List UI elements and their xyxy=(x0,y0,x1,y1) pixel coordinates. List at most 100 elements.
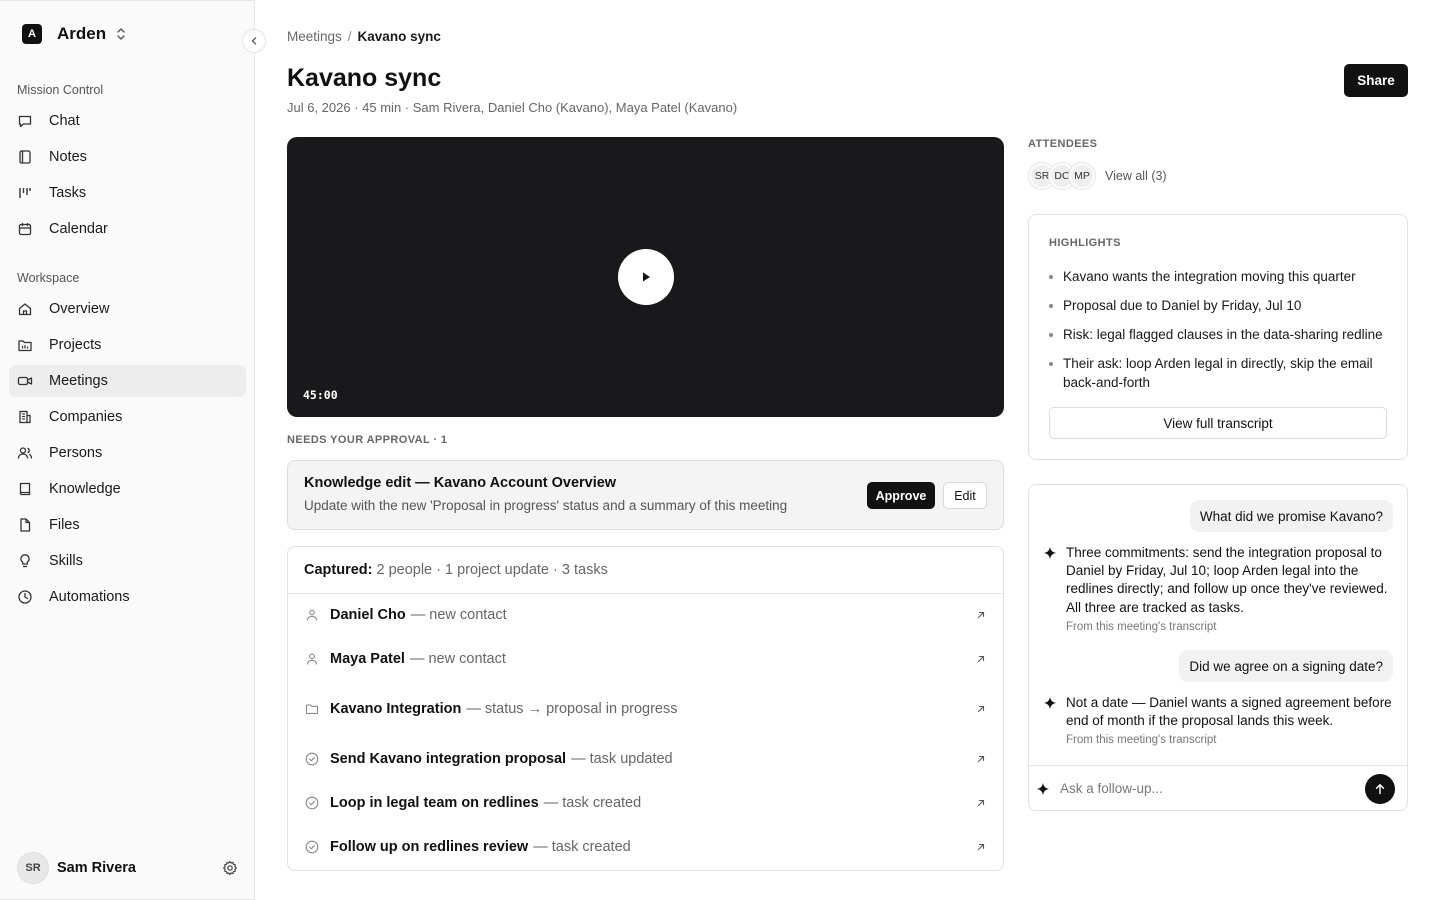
captured-item-desc: — status → proposal in progress xyxy=(466,701,678,717)
user-message: Did we agree on a signing date? xyxy=(1179,650,1393,682)
arrow-up-right-icon[interactable] xyxy=(975,841,987,853)
section-label-workspace: Workspace xyxy=(17,271,80,285)
sparkle-icon xyxy=(1043,546,1057,560)
arrow-up-right-icon[interactable] xyxy=(975,609,987,621)
list-item[interactable]: Loop in legal team on redlines — task cr… xyxy=(288,788,1003,818)
sparkle-icon xyxy=(1036,782,1050,796)
attendees-label: ATTENDEES xyxy=(1028,138,1098,150)
sidebar-item-overview[interactable]: Overview xyxy=(9,293,246,325)
list-item[interactable]: Send Kavano integration proposal — task … xyxy=(288,744,1003,774)
message-source[interactable]: From this meeting's transcript xyxy=(1066,621,1395,633)
captured-item-name: Maya Patel xyxy=(330,651,405,667)
list-item[interactable]: Daniel Cho — new contact xyxy=(288,600,1003,630)
sidebar-item-chat[interactable]: Chat xyxy=(9,105,246,137)
approval-title: Knowledge edit — Kavano Account Overview xyxy=(304,475,617,491)
collapse-sidebar-button[interactable] xyxy=(242,29,266,53)
person-icon xyxy=(304,607,320,623)
approval-section-label: NEEDS YOUR APPROVAL · 1 xyxy=(287,434,448,446)
play-button[interactable] xyxy=(618,249,674,305)
video-player[interactable]: 45:00 xyxy=(287,137,1004,417)
arrow-up-right-icon[interactable] xyxy=(975,753,987,765)
sidebar-item-label: Chat xyxy=(49,113,80,129)
captured-summary: 2 people · 1 project update · 3 tasks xyxy=(376,562,608,578)
workspace-logo: A xyxy=(22,24,42,44)
approval-card: Knowledge edit — Kavano Account Overview… xyxy=(287,460,1004,530)
list-item[interactable]: Kavano Integration — status → proposal i… xyxy=(288,694,1003,724)
notes-icon xyxy=(17,149,33,165)
nav-workspace: Overview Projects Meetings Companies Per… xyxy=(9,293,246,617)
assistant-message-text: Not a date — Daniel wants a signed agree… xyxy=(1066,695,1392,729)
sidebar-item-label: Automations xyxy=(49,589,130,605)
chat-panel: What did we promise Kavano? Three commit… xyxy=(1028,484,1408,811)
avatar[interactable]: MP xyxy=(1069,163,1095,189)
sidebar-item-automations[interactable]: Automations xyxy=(9,581,246,613)
sidebar-item-label: Overview xyxy=(49,301,110,317)
captured-item-desc: — new contact xyxy=(409,651,506,667)
captured-card: Captured: 2 people · 1 project update · … xyxy=(287,546,1004,871)
sidebar-item-files[interactable]: Files xyxy=(9,509,246,541)
arrow-up-right-icon[interactable] xyxy=(975,703,987,715)
workspace-switcher[interactable]: A Arden xyxy=(22,21,128,47)
arrow-up-right-icon[interactable] xyxy=(975,653,987,665)
captured-item-name: Kavano Integration xyxy=(330,701,462,717)
sidebar-item-label: Files xyxy=(49,517,80,533)
captured-item-desc: — task updated xyxy=(571,751,673,767)
sidebar-item-label: Companies xyxy=(49,409,123,425)
sidebar-item-label: Persons xyxy=(49,445,103,461)
breadcrumb-meetings-link[interactable]: Meetings xyxy=(287,29,342,44)
file-icon xyxy=(17,517,33,533)
edit-button[interactable]: Edit xyxy=(943,482,987,509)
list-item[interactable]: Follow up on redlines review — task crea… xyxy=(288,832,1003,862)
approval-description: Update with the new 'Proposal in progres… xyxy=(304,498,788,513)
breadcrumb-current: Kavano sync xyxy=(357,29,441,44)
chevron-left-icon xyxy=(249,36,259,46)
sidebar-item-tasks[interactable]: Tasks xyxy=(9,177,246,209)
sidebar-item-meetings[interactable]: Meetings xyxy=(9,365,246,397)
folder-icon xyxy=(304,701,320,717)
view-all-attendees-link[interactable]: View all (3) xyxy=(1105,169,1167,183)
people-icon xyxy=(17,445,33,461)
share-button[interactable]: Share xyxy=(1344,64,1408,97)
view-transcript-button[interactable]: View full transcript xyxy=(1049,407,1387,439)
sidebar-item-label: Knowledge xyxy=(49,481,121,497)
list-item: Their ask: loop Arden legal in directly,… xyxy=(1049,354,1394,392)
highlights-label: HIGHLIGHTS xyxy=(1049,237,1121,249)
nav-mission-control: Chat Notes Tasks Calendar xyxy=(9,105,246,249)
captured-label: Captured: xyxy=(304,562,373,578)
sidebar: A Arden Mission Control Chat Notes Tasks… xyxy=(0,0,255,900)
user-name: Sam Rivera xyxy=(57,860,136,876)
chat-composer xyxy=(1029,765,1407,810)
breadcrumb: Meetings / Kavano sync xyxy=(287,29,441,44)
arrow-up-right-icon[interactable] xyxy=(975,797,987,809)
follow-up-input[interactable] xyxy=(1060,781,1350,796)
list-item[interactable]: Maya Patel — new contact xyxy=(288,644,1003,674)
sidebar-item-notes[interactable]: Notes xyxy=(9,141,246,173)
sidebar-item-label: Skills xyxy=(49,553,83,569)
page-title: Kavano sync xyxy=(287,64,442,92)
highlights-card: HIGHLIGHTS Kavano wants the integration … xyxy=(1028,214,1408,460)
user-profile[interactable]: SR Sam Rivera xyxy=(17,852,239,884)
sidebar-item-calendar[interactable]: Calendar xyxy=(9,213,246,245)
video-icon xyxy=(17,373,33,389)
home-icon xyxy=(17,301,33,317)
list-item: Kavano wants the integration moving this… xyxy=(1049,267,1394,286)
sidebar-item-companies[interactable]: Companies xyxy=(9,401,246,433)
send-button[interactable] xyxy=(1365,774,1395,804)
message-source[interactable]: From this meeting's transcript xyxy=(1066,734,1395,746)
captured-header: Captured: 2 people · 1 project update · … xyxy=(288,547,1003,594)
check-circle-icon xyxy=(304,751,320,767)
gear-icon[interactable] xyxy=(221,859,239,877)
sidebar-item-skills[interactable]: Skills xyxy=(9,545,246,577)
sidebar-item-label: Tasks xyxy=(49,185,87,201)
assistant-message: Three commitments: send the integration … xyxy=(1043,544,1395,633)
meeting-meta: Jul 6, 2026 · 45 min · Sam Rivera, Danie… xyxy=(287,100,738,115)
approve-button[interactable]: Approve xyxy=(867,482,935,509)
captured-item-desc: — task created xyxy=(533,839,631,855)
sidebar-item-persons[interactable]: Persons xyxy=(9,437,246,469)
check-circle-icon xyxy=(304,795,320,811)
sidebar-item-projects[interactable]: Projects xyxy=(9,329,246,361)
captured-item-name: Follow up on redlines review xyxy=(330,839,529,855)
sidebar-item-knowledge[interactable]: Knowledge xyxy=(9,473,246,505)
highlights-list: Kavano wants the integration moving this… xyxy=(1049,267,1394,402)
list-item: Risk: legal flagged clauses in the data-… xyxy=(1049,325,1394,344)
